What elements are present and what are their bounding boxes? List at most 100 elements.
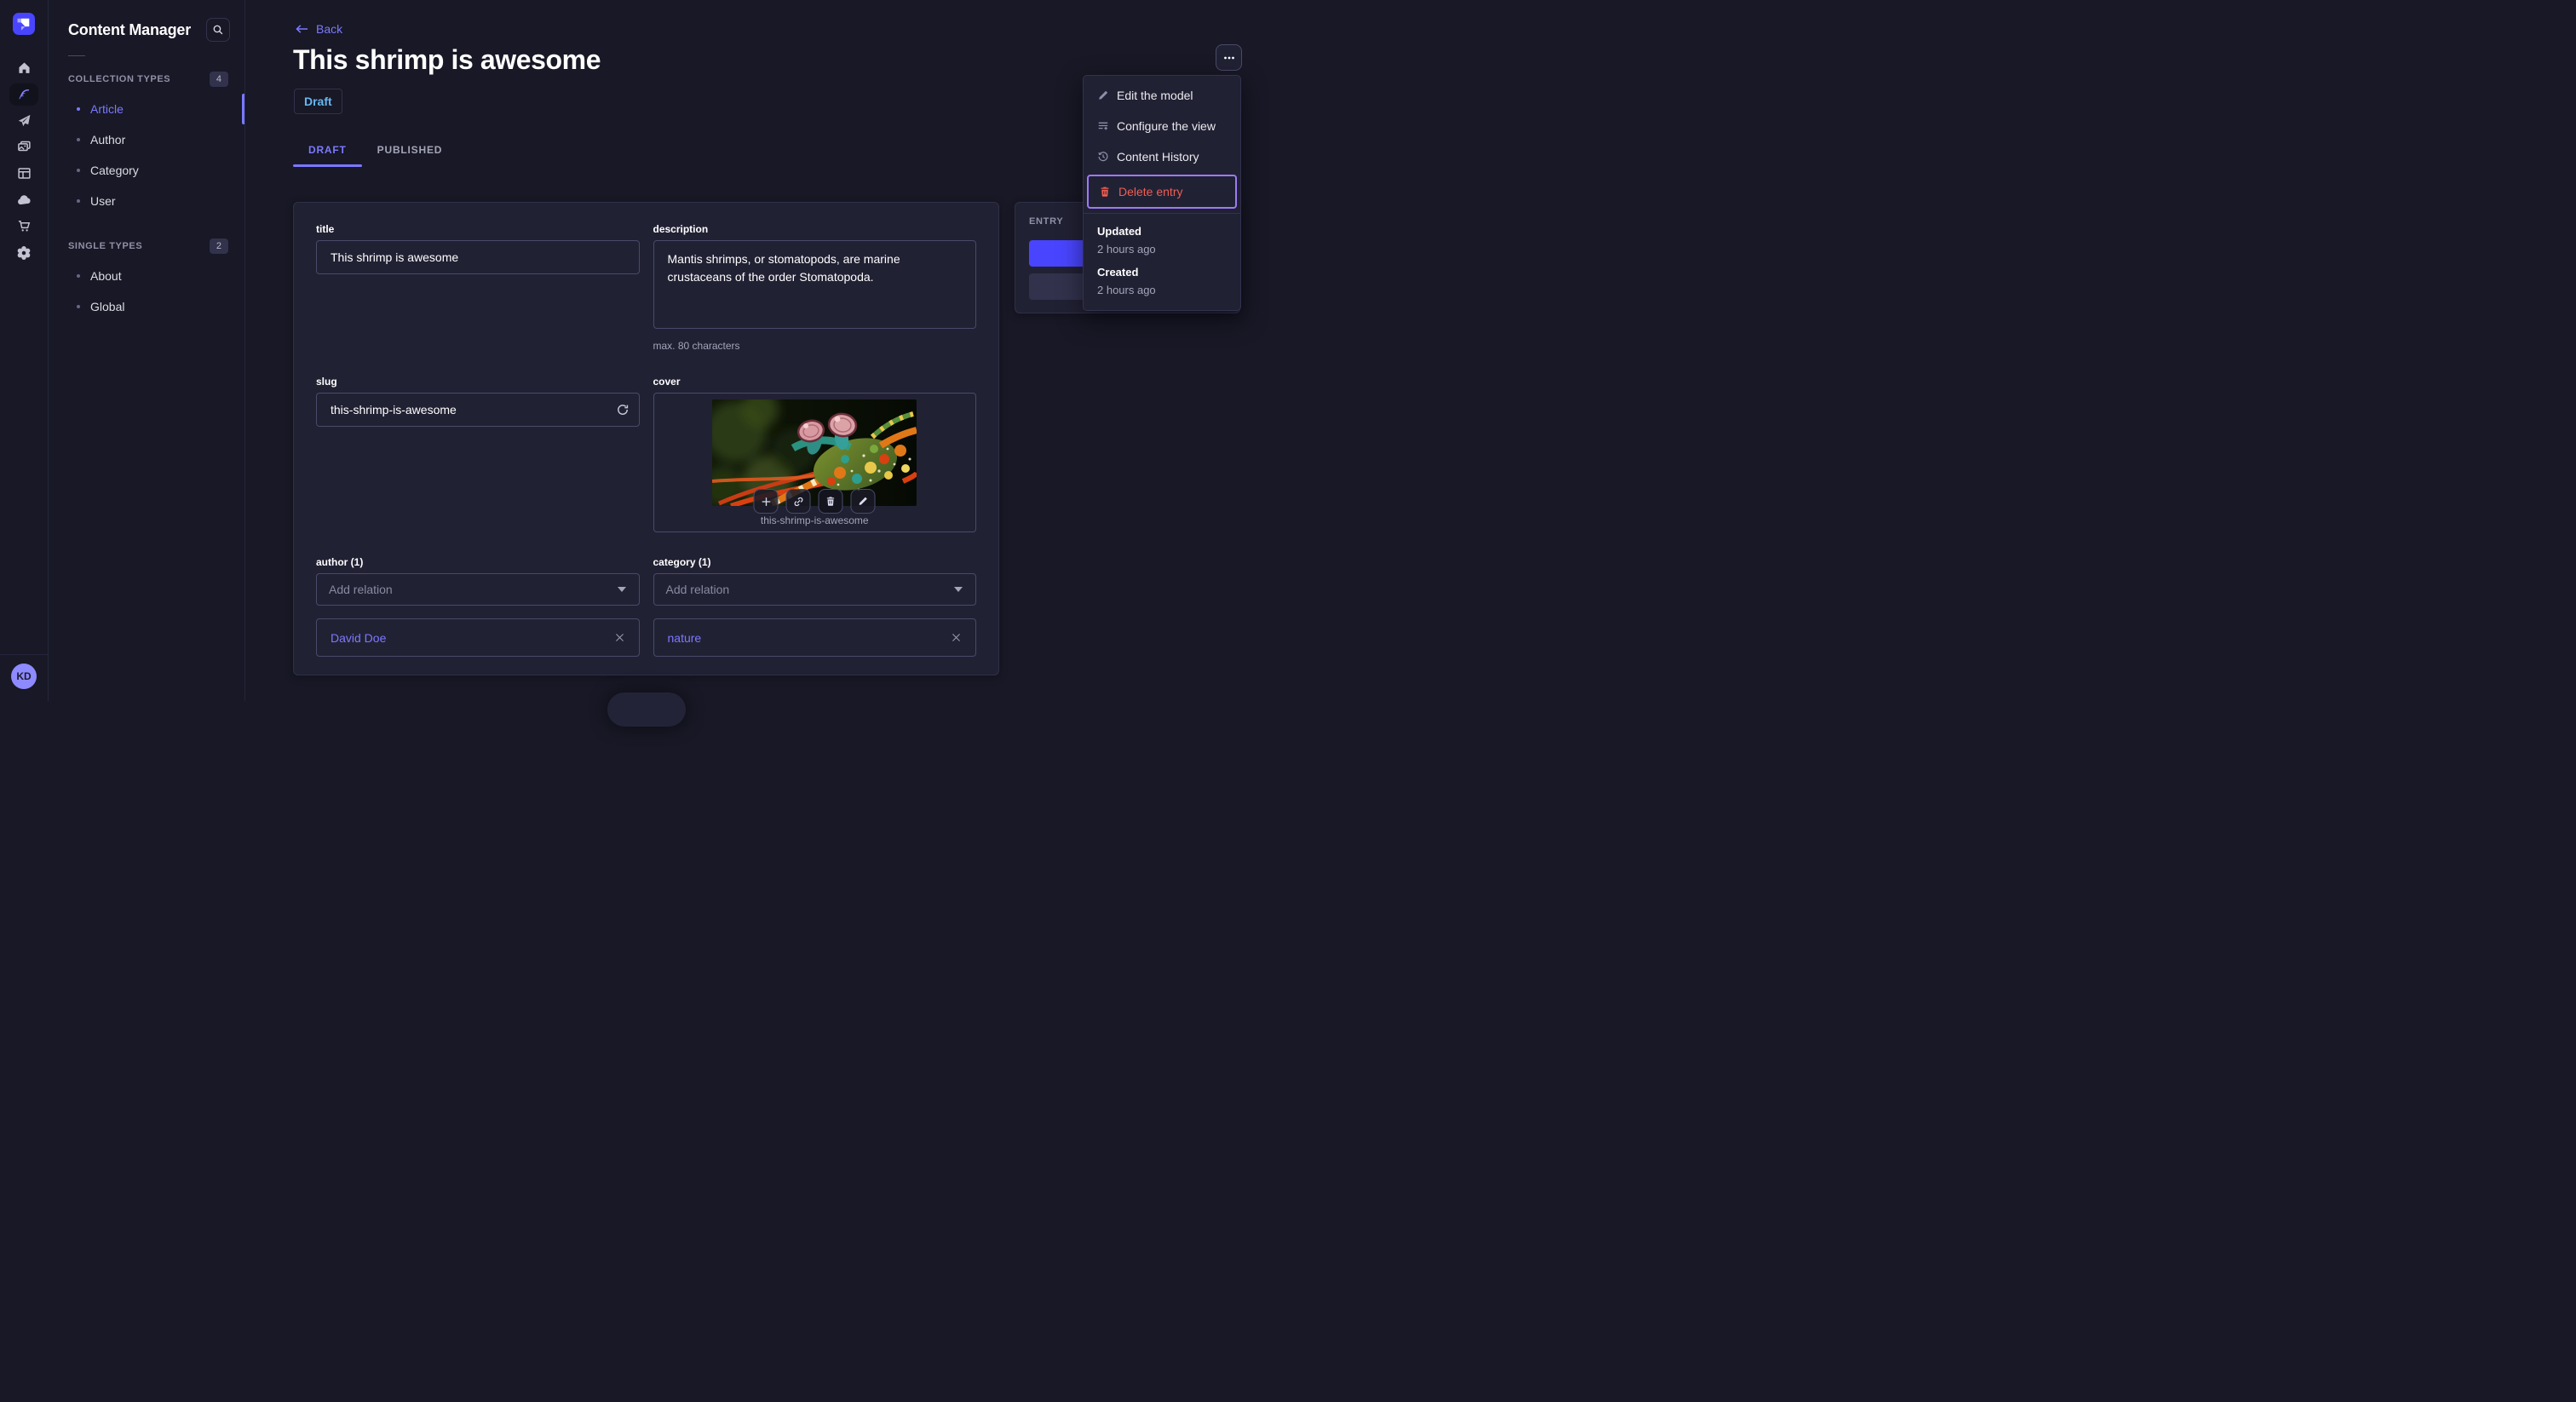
- bullet-dot: [77, 169, 80, 172]
- field-slug: slug: [316, 376, 640, 532]
- author-relation-item: David Doe: [316, 618, 640, 657]
- pencil-icon: [858, 496, 869, 507]
- sidebar-item-global[interactable]: Global: [48, 291, 244, 322]
- delete-media-button[interactable]: [818, 489, 843, 514]
- sidebar-item-category[interactable]: Category: [48, 155, 244, 186]
- trash-icon: [1099, 186, 1111, 198]
- remove-author-relation-button[interactable]: [614, 632, 625, 643]
- created-label: Created: [1097, 266, 1139, 279]
- sidebar-item-author[interactable]: Author: [48, 124, 244, 155]
- category-relation-link[interactable]: nature: [668, 631, 702, 645]
- edit-form-card: title description Mantis shrimps, or sto…: [293, 202, 999, 675]
- user-avatar[interactable]: KD: [11, 664, 37, 689]
- field-label-title: title: [316, 223, 335, 235]
- cart-icon: [17, 219, 32, 233]
- rail-item-settings[interactable]: [0, 239, 48, 266]
- pencil-icon: [1097, 89, 1109, 101]
- menu-item-configure-view[interactable]: Configure the view: [1087, 111, 1237, 141]
- back-link[interactable]: Back: [296, 22, 342, 36]
- sidebar-item-user[interactable]: User: [48, 186, 244, 216]
- content-manager-sidebar: Content Manager COLLECTION TYPES 4 Artic…: [48, 0, 245, 701]
- author-relation-link[interactable]: David Doe: [331, 631, 386, 645]
- tab-label: PUBLISHED: [377, 144, 443, 156]
- category-relation-item: nature: [653, 618, 976, 657]
- section-count-badge: 4: [209, 72, 228, 87]
- menu-item-label: Content History: [1117, 150, 1199, 164]
- field-category: category (1) Add relation nature: [653, 556, 976, 657]
- slug-input[interactable]: [316, 393, 640, 427]
- feather-icon: [17, 88, 31, 101]
- menu-item-label: Edit the model: [1117, 89, 1193, 102]
- description-hint: max. 80 characters: [653, 340, 740, 352]
- field-label-description: description: [653, 223, 709, 235]
- edit-media-button[interactable]: [850, 489, 876, 514]
- list-plus-icon: [1097, 120, 1109, 132]
- slug-input-wrapper: [316, 393, 640, 427]
- floating-action-partial[interactable]: [607, 692, 686, 727]
- sidebar-item-about[interactable]: About: [48, 261, 244, 291]
- rail-item-home[interactable]: [0, 55, 48, 81]
- single-types-list: About Global: [48, 259, 244, 327]
- close-icon: [951, 632, 962, 643]
- rail-item-media-library[interactable]: [0, 134, 48, 160]
- rail-item-content-type-builder[interactable]: [0, 160, 48, 187]
- sidebar-item-label: Category: [90, 164, 139, 177]
- sidebar-divider: [68, 55, 85, 56]
- sidebar-item-article[interactable]: Article: [48, 94, 244, 124]
- rail-item-cloud[interactable]: [0, 187, 48, 213]
- strapi-logo-icon: [17, 18, 30, 31]
- cover-actions-toolbar: [753, 489, 876, 514]
- active-indicator-bar: [242, 94, 244, 124]
- rail-item-deploy[interactable]: [0, 107, 48, 134]
- sidebar-item-label: Article: [90, 102, 124, 116]
- sidebar-item-label: User: [90, 194, 116, 208]
- menu-item-delete-entry[interactable]: Delete entry: [1087, 175, 1237, 209]
- collection-types-list: Article Author Category User: [48, 92, 244, 221]
- title-input[interactable]: [316, 240, 640, 274]
- section-collection-types: COLLECTION TYPES 4: [48, 66, 244, 92]
- field-label-slug: slug: [316, 376, 337, 388]
- back-label: Back: [316, 22, 343, 36]
- more-options-menu: Edit the model Configure the view Conten…: [1083, 75, 1241, 311]
- tab-published[interactable]: PUBLISHED: [362, 133, 458, 167]
- strapi-logo[interactable]: [13, 13, 35, 35]
- entry-meta: Updated 2 hours ago Created 2 hours ago: [1087, 214, 1237, 310]
- section-count-badge: 2: [209, 238, 228, 254]
- author-relation-combobox[interactable]: Add relation: [316, 573, 640, 606]
- bullet-dot: [77, 305, 80, 308]
- sidebar-item-label: Author: [90, 133, 126, 147]
- field-title: title: [316, 223, 640, 352]
- menu-item-label: Configure the view: [1117, 119, 1216, 133]
- search-button[interactable]: [206, 18, 230, 42]
- add-media-button[interactable]: [753, 489, 779, 514]
- menu-item-edit-model[interactable]: Edit the model: [1087, 80, 1237, 111]
- rail-nav-items: [0, 55, 48, 266]
- menu-item-label: Delete entry: [1118, 185, 1183, 198]
- field-cover: cover this-shrimp-is-awesome: [653, 376, 976, 532]
- version-tabs: DRAFT PUBLISHED: [293, 133, 457, 167]
- tab-label: DRAFT: [308, 144, 347, 156]
- menu-item-content-history[interactable]: Content History: [1087, 141, 1237, 172]
- updated-label: Updated: [1097, 225, 1141, 238]
- rail-item-marketplace[interactable]: [0, 213, 48, 239]
- bullet-dot: [77, 107, 80, 111]
- plus-icon: [760, 496, 772, 508]
- rail-divider: [0, 654, 48, 655]
- active-rail-tile: [9, 83, 38, 106]
- category-relation-combobox[interactable]: Add relation: [653, 573, 976, 606]
- field-label-author: author (1): [316, 556, 364, 568]
- paper-plane-icon: [17, 113, 32, 128]
- tab-draft[interactable]: DRAFT: [293, 133, 362, 167]
- history-icon: [1097, 151, 1109, 163]
- description-textarea[interactable]: Mantis shrimps, or stomatopods, are mari…: [653, 240, 976, 329]
- bullet-dot: [77, 199, 80, 203]
- media-library-icon: [17, 140, 32, 154]
- section-single-types: SINGLE TYPES 2: [48, 233, 244, 259]
- regenerate-slug-button[interactable]: [615, 402, 630, 417]
- rail-item-content-manager[interactable]: [0, 81, 48, 107]
- sidebar-title: Content Manager: [68, 20, 192, 38]
- copy-link-button[interactable]: [785, 489, 811, 514]
- refresh-icon: [616, 403, 630, 417]
- more-options-button[interactable]: [1216, 44, 1242, 71]
- remove-category-relation-button[interactable]: [951, 632, 962, 643]
